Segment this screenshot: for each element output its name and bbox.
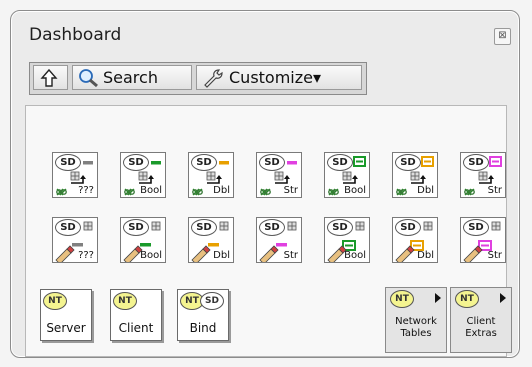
sd-read-bool-array-label: Bool — [344, 185, 366, 196]
sd-write-str-array-label: Str — [487, 250, 502, 261]
up-level-button[interactable] — [33, 65, 68, 90]
nt-bind-vi[interactable]: NT SD Bind — [177, 289, 229, 341]
sd-badge: SD — [327, 219, 353, 236]
sd-badge: SD — [327, 154, 353, 171]
sd-badge: SD — [395, 219, 421, 236]
sd-badge: SD — [191, 219, 217, 236]
sd-write-str-label: Str — [283, 250, 298, 261]
sd-badge: SD — [123, 219, 149, 236]
sd-read-str-label: Str — [283, 185, 298, 196]
sd-write-any-vi[interactable]: SD??? — [52, 217, 98, 263]
nt-client-label: Client — [118, 321, 154, 335]
sd-write-str-array-vi[interactable]: SD Str — [460, 217, 506, 263]
sd-read-str-array-vi[interactable]: SD Str — [460, 152, 506, 198]
search-icon — [79, 68, 98, 87]
sd-write-bool-array-label: Bool — [344, 250, 366, 261]
sd-read-dbl-array-vi[interactable]: SD Dbl — [392, 152, 438, 198]
subpalette-label: Client Extras — [451, 316, 511, 340]
customize-label: Customize▾ — [229, 68, 322, 87]
nt-bind-label: Bind — [189, 321, 217, 335]
sd-badge: SD — [123, 154, 149, 171]
dashboard-palette-window: Dashboard ⊠ Search Customize▾ SD??? SD B… — [10, 10, 520, 358]
sd-read-bool-label: Bool — [140, 185, 162, 196]
sd-read-dbl-array-label: Dbl — [417, 185, 434, 196]
nt-badge: NT — [43, 292, 67, 310]
sd-badge: SD — [55, 219, 81, 236]
sd-write-dbl-array-vi[interactable]: SD Dbl — [392, 217, 438, 263]
search-label: Search — [103, 68, 158, 87]
customize-button[interactable]: Customize▾ — [196, 65, 362, 90]
nt-badge: NT — [455, 290, 479, 308]
sd-badge: SD — [463, 154, 489, 171]
close-icon[interactable]: ⊠ — [494, 28, 511, 45]
search-button[interactable]: Search — [72, 65, 192, 90]
sd-badge: SD — [55, 154, 81, 171]
subpalette-label-line: Tables — [400, 328, 432, 339]
sd-read-bool-array-vi[interactable]: SD Bool — [324, 152, 370, 198]
nt-badge: NT — [113, 292, 137, 310]
sd-read-any-label: ??? — [78, 185, 94, 196]
sd-badge: SD — [191, 154, 217, 171]
sd-write-str-vi[interactable]: SD Str — [256, 217, 302, 263]
nt-server-label: Server — [46, 321, 86, 335]
sd-badge: SD — [200, 292, 224, 310]
sd-write-bool-vi[interactable]: SD Bool — [120, 217, 166, 263]
sd-write-dbl-array-label: Dbl — [417, 250, 434, 261]
sd-read-dbl-label: Dbl — [213, 185, 230, 196]
palette-title: Dashboard — [29, 25, 122, 45]
subpalette-label-line: Network — [395, 316, 437, 327]
sd-read-str-vi[interactable]: SD Str — [256, 152, 302, 198]
nt-badge: NT — [390, 290, 414, 308]
palette-content: SD??? SD Bool SD Dbl SD Str SD Bool SD Dbl SD… — [25, 105, 512, 357]
wrench-icon — [204, 68, 223, 88]
sd-badge: SD — [259, 219, 285, 236]
subpalette-label-line: Client — [466, 316, 496, 327]
sd-read-str-array-label: Str — [487, 185, 502, 196]
sd-write-dbl-label: Dbl — [213, 250, 230, 261]
sd-write-bool-array-vi[interactable]: SD Bool — [324, 217, 370, 263]
client-extras-subpalette[interactable]: NT Client Extras — [450, 287, 512, 353]
sd-badge: SD — [463, 219, 489, 236]
sd-write-any-label: ??? — [78, 250, 94, 261]
sd-write-bool-label: Bool — [140, 250, 162, 261]
subpalette-label-line: Extras — [465, 328, 497, 339]
nt-server-vi[interactable]: NT Server — [40, 289, 92, 341]
subpalette-label: Network Tables — [386, 316, 446, 340]
up-arrow-icon — [39, 68, 58, 87]
palette-toolbar: Search Customize▾ — [29, 62, 367, 95]
network-tables-subpalette[interactable]: NT Network Tables — [385, 287, 447, 353]
sd-read-any-vi[interactable]: SD??? — [52, 152, 98, 198]
sd-read-bool-vi[interactable]: SD Bool — [120, 152, 166, 198]
sd-write-dbl-vi[interactable]: SD Dbl — [188, 217, 234, 263]
submenu-arrow-icon — [500, 293, 506, 303]
sd-badge: SD — [259, 154, 285, 171]
sd-read-dbl-vi[interactable]: SD Dbl — [188, 152, 234, 198]
nt-client-vi[interactable]: NT Client — [110, 289, 162, 341]
submenu-arrow-icon — [435, 293, 441, 303]
sd-badge: SD — [395, 154, 421, 171]
